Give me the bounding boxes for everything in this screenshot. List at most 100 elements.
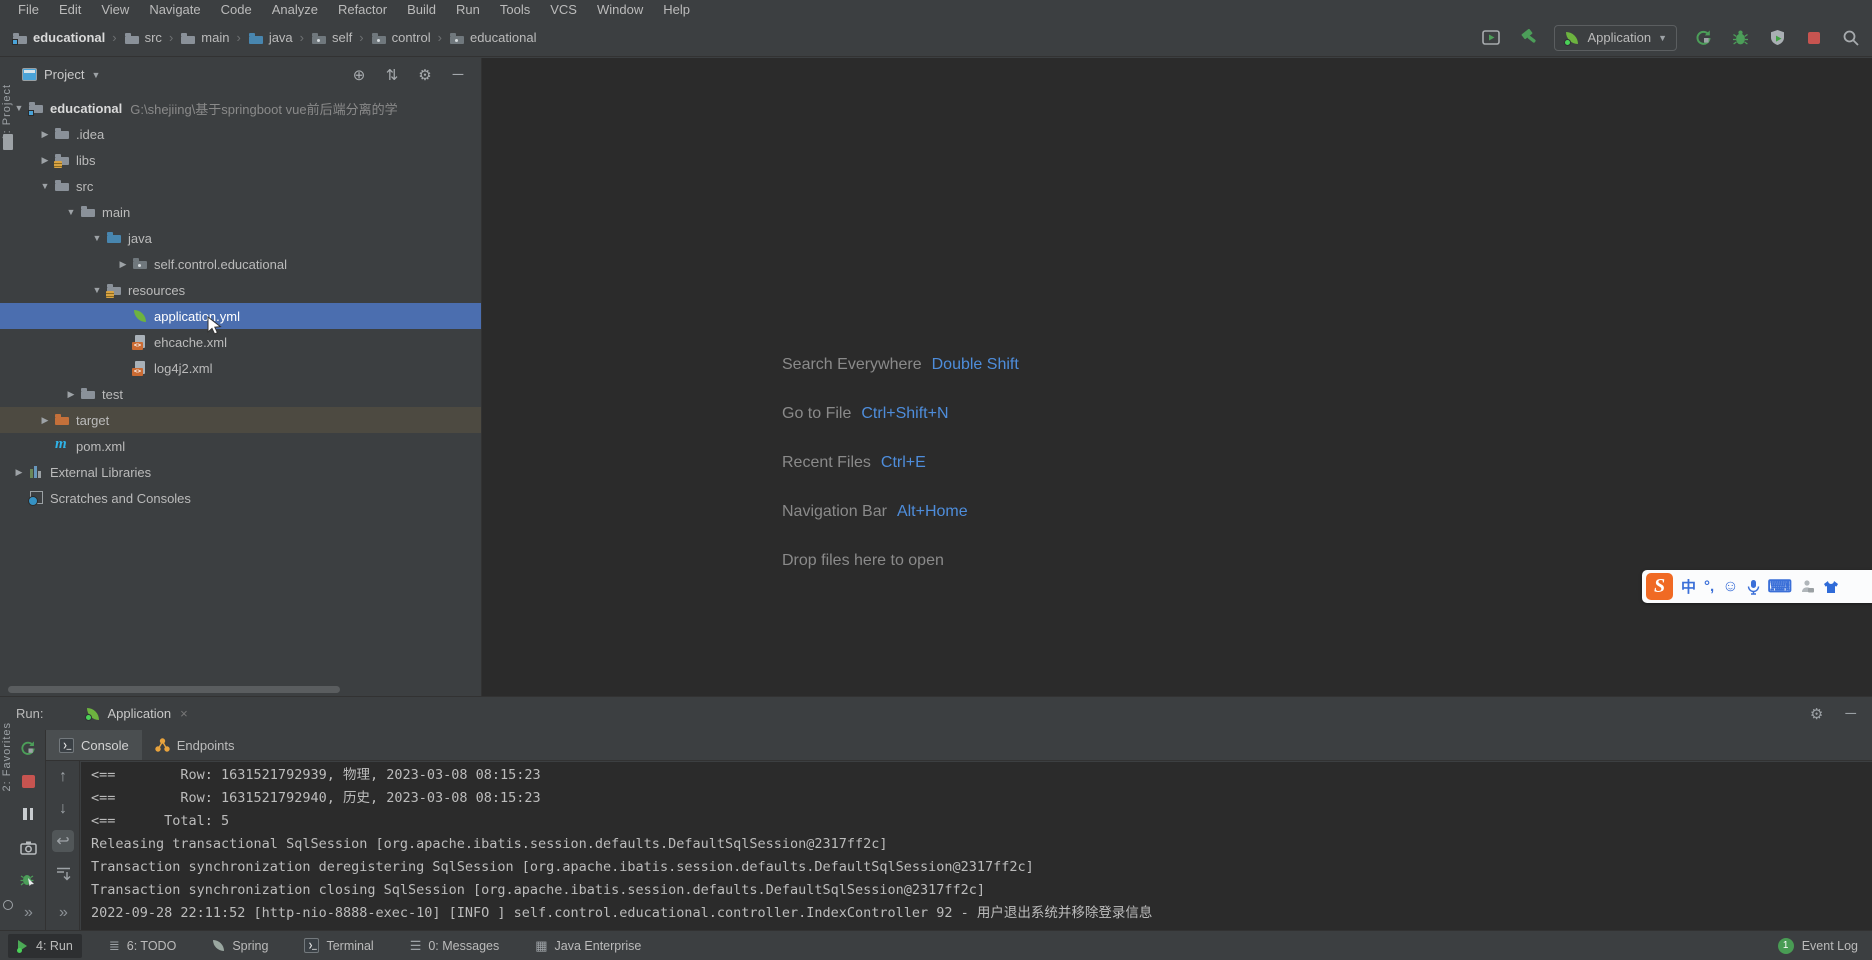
statusbar-terminal[interactable]: Terminal (295, 934, 382, 958)
statusbar-spring[interactable]: Spring (203, 934, 277, 958)
tree-item-resources[interactable]: resources (0, 277, 481, 303)
breadcrumb-item-self[interactable]: self (311, 30, 352, 45)
chevron-collapsed-icon[interactable] (62, 389, 80, 400)
ime-punctuation-toggle[interactable]: °, (1704, 578, 1714, 595)
pause-output-button[interactable] (17, 803, 39, 825)
menu-code[interactable]: Code (211, 2, 262, 17)
rerun-application-button[interactable] (17, 737, 39, 759)
collapse-all-icon[interactable]: ⇅ (379, 66, 405, 84)
tree-item-pom-xml[interactable]: pom.xml (0, 433, 481, 459)
run-with-coverage-icon[interactable] (1766, 27, 1788, 49)
hide-panel-icon[interactable]: ─ (445, 66, 471, 83)
menu-help[interactable]: Help (653, 2, 700, 17)
sogou-logo-icon[interactable] (1646, 573, 1673, 600)
debug-button[interactable] (1729, 27, 1751, 49)
statusbar-java-enterprise[interactable]: ▦ Java Enterprise (526, 934, 650, 958)
emoji-icon[interactable] (1722, 578, 1738, 596)
breadcrumb-item-src[interactable]: src (124, 30, 162, 45)
skin-tshirt-icon[interactable] (1823, 580, 1839, 594)
tree-item-package[interactable]: self.control.educational (0, 251, 481, 277)
event-log-button[interactable]: Event Log (1802, 939, 1858, 953)
tree-item-log4j2-xml[interactable]: log4j2.xml (0, 355, 481, 381)
statusbar-messages[interactable]: ☰ 0: Messages (401, 934, 509, 958)
menu-navigate[interactable]: Navigate (139, 2, 210, 17)
chevron-collapsed-icon[interactable] (36, 129, 54, 140)
console-output[interactable]: <== Row: 1631521792939, 物理, 2023-03-08 0… (81, 762, 1872, 930)
chevron-expanded-icon[interactable] (36, 181, 54, 192)
build-hammer-icon[interactable] (1517, 27, 1539, 49)
menu-view[interactable]: View (91, 2, 139, 17)
attach-debugger-icon[interactable] (17, 869, 39, 891)
chevron-collapsed-icon[interactable] (36, 415, 54, 426)
ime-language-toggle[interactable]: 中 (1681, 576, 1696, 597)
tool-window-button-favorites[interactable]: 2: Favorites (1, 722, 13, 791)
hide-panel-icon[interactable]: ─ (1845, 705, 1856, 722)
breadcrumb-item-educational[interactable]: educational (449, 30, 537, 45)
more-options-icon[interactable] (52, 902, 74, 924)
run-anything-icon[interactable] (1480, 27, 1502, 49)
microphone-icon[interactable] (1747, 579, 1760, 595)
thread-dump-camera-icon[interactable] (17, 836, 39, 858)
log-line: <== Row: 1631521792940, 历史, 2023-03-08 0… (91, 787, 1872, 810)
scroll-to-end-icon[interactable] (52, 862, 74, 884)
rerun-button[interactable] (1692, 27, 1714, 49)
tree-item-ehcache-xml[interactable]: ehcache.xml (0, 329, 481, 355)
tool-window-button-project[interactable]: 1: Project (1, 84, 13, 140)
down-stack-trace-icon[interactable]: ↓ (52, 798, 74, 820)
resources-folder-icon (106, 282, 122, 298)
tree-item-educational-root[interactable]: educational G:\shejiing\基于springboot vue… (0, 95, 481, 121)
tree-item-scratches[interactable]: Scratches and Consoles (0, 485, 481, 511)
chevron-collapsed-icon[interactable] (114, 259, 132, 270)
stop-process-button[interactable] (17, 770, 39, 792)
close-tab-icon[interactable] (180, 706, 188, 721)
chevron-collapsed-icon[interactable] (36, 155, 54, 166)
tab-endpoints[interactable]: Endpoints (142, 730, 248, 760)
menu-window[interactable]: Window (587, 2, 653, 17)
up-stack-trace-icon[interactable]: ↑ (52, 766, 74, 788)
stop-button[interactable] (1803, 27, 1825, 49)
menu-build[interactable]: Build (397, 2, 446, 17)
menu-edit[interactable]: Edit (49, 2, 91, 17)
chevron-expanded-icon[interactable] (62, 207, 80, 218)
tree-item-libs[interactable]: libs (0, 147, 481, 173)
more-actions-icon[interactable] (17, 902, 39, 924)
settings-gear-icon[interactable]: ⚙ (412, 66, 438, 84)
tool-window-icon[interactable] (3, 900, 13, 910)
select-opened-file-icon[interactable]: ⊕ (346, 66, 372, 84)
breadcrumb-separator (112, 30, 116, 45)
virtual-keyboard-icon[interactable] (1768, 577, 1793, 597)
settings-gear-icon[interactable]: ⚙ (1810, 705, 1823, 723)
folder-icon (80, 386, 96, 402)
menu-analyze[interactable]: Analyze (262, 2, 328, 17)
tree-item-idea[interactable]: .idea (0, 121, 481, 147)
search-everywhere-icon[interactable] (1840, 27, 1862, 49)
breadcrumb-item-main[interactable]: main (180, 30, 229, 45)
tree-item-target[interactable]: target (0, 407, 481, 433)
tree-item-application-yml[interactable]: application.yml (0, 303, 481, 329)
breadcrumb-item-project[interactable]: educational (12, 30, 105, 45)
breadcrumb-item-java[interactable]: java (248, 30, 293, 45)
project-panel-title[interactable]: Project (44, 67, 84, 82)
menu-file[interactable]: File (8, 2, 49, 17)
tree-item-src[interactable]: src (0, 173, 481, 199)
breadcrumb-item-control[interactable]: control (371, 30, 431, 45)
user-wordbank-icon[interactable] (1800, 579, 1815, 594)
menu-vcs[interactable]: VCS (540, 2, 587, 17)
menu-tools[interactable]: Tools (490, 2, 540, 17)
menu-refactor[interactable]: Refactor (328, 2, 397, 17)
run-configuration-selector[interactable]: Application (1554, 25, 1677, 51)
tree-item-external-libraries[interactable]: External Libraries (0, 459, 481, 485)
chevron-expanded-icon[interactable] (88, 233, 106, 244)
run-tab-application[interactable]: Application (85, 706, 187, 721)
chevron-down-icon[interactable] (91, 70, 100, 80)
chevron-expanded-icon[interactable] (88, 285, 106, 296)
tree-item-main[interactable]: main (0, 199, 481, 225)
tree-item-test[interactable]: test (0, 381, 481, 407)
statusbar-run[interactable]: 4: Run (8, 934, 82, 958)
statusbar-todo[interactable]: ≣ 6: TODO (100, 934, 185, 958)
horizontal-scrollbar[interactable] (8, 686, 340, 693)
tree-item-java[interactable]: java (0, 225, 481, 251)
tab-console[interactable]: Console (46, 730, 142, 760)
soft-wrap-toggle[interactable]: ↩ (52, 830, 74, 852)
menu-run[interactable]: Run (446, 2, 490, 17)
